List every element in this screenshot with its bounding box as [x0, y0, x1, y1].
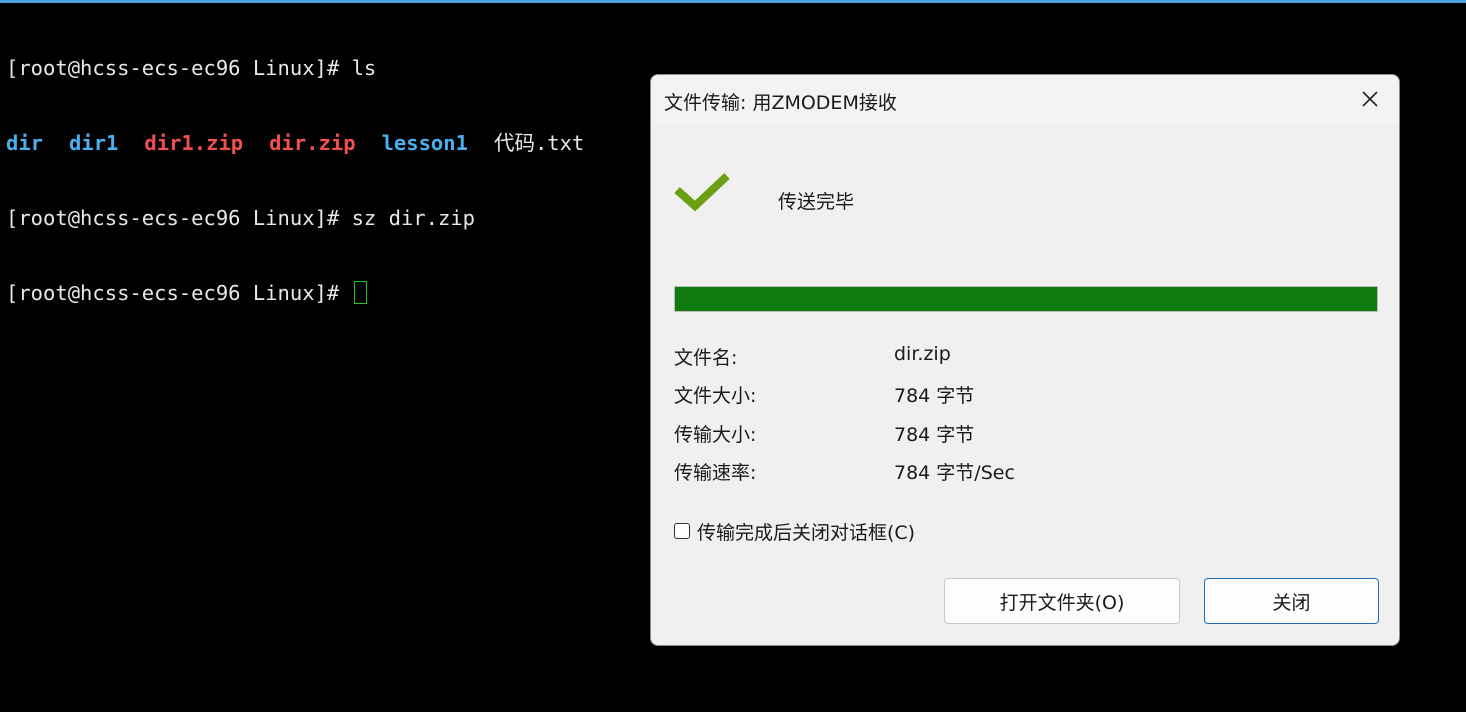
close-on-complete-option[interactable]: 传输完成后关闭对话框(C) [674, 519, 916, 544]
ls-entry-dir1: dir1 [69, 131, 119, 155]
ls-entry-dir1-zip: dir1.zip [144, 131, 244, 155]
zmodem-transfer-dialog: 文件传输: 用ZMODEM接收 传送完毕 文件名: dir.zip 文件大小: … [650, 74, 1400, 646]
shell-command: sz dir.zip [351, 206, 475, 230]
terminal-line: [root@hcss-ecs-ec96 Linux]# sz dir.zip [6, 206, 584, 231]
terminal-line: [root@hcss-ecs-ec96 Linux]# [6, 281, 584, 306]
ls-output-line: dir dir1 dir1.zip dir.zip lesson1 代码.txt [6, 131, 584, 156]
close-on-complete-label: 传输完成后关闭对话框(C) [697, 521, 916, 544]
transfer-size-label: 传输大小: [674, 424, 757, 446]
shell-prompt: [root@hcss-ecs-ec96 Linux]# [6, 206, 352, 230]
transfer-rate-value: 784 字节/Sec [894, 462, 1015, 484]
terminal-line: [root@hcss-ecs-ec96 Linux]# ls [6, 56, 584, 81]
ls-entry-dir: dir [6, 131, 44, 155]
close-on-complete-checkbox[interactable] [674, 523, 690, 539]
dialog-title: 文件传输: 用ZMODEM接收 [664, 92, 897, 114]
transfer-status: 传送完毕 [778, 191, 855, 213]
shell-prompt: [root@hcss-ecs-ec96 Linux]# [6, 56, 352, 80]
open-folder-button[interactable]: 打开文件夹(O) [944, 578, 1180, 624]
terminal-cursor [353, 281, 367, 304]
progress-fill [675, 287, 1377, 311]
transfer-size-value: 784 字节 [894, 424, 975, 446]
checkmark-icon [673, 172, 731, 218]
file-size-label: 文件大小: [674, 385, 757, 407]
file-name-label: 文件名: [674, 347, 738, 369]
shell-prompt: [root@hcss-ecs-ec96 Linux]# [6, 281, 352, 305]
ls-entry-code-txt: 代码.txt [493, 131, 585, 155]
ls-entry-lesson1: lesson1 [381, 131, 468, 155]
ls-entry-dir-zip: dir.zip [269, 131, 356, 155]
terminal-output[interactable]: [root@hcss-ecs-ec96 Linux]# ls dir dir1 di… [6, 6, 584, 331]
window-top-accent [0, 0, 1466, 3]
file-size-value: 784 字节 [894, 385, 975, 407]
close-icon[interactable] [1359, 88, 1381, 110]
file-name-value: dir.zip [894, 343, 951, 365]
shell-command: ls [351, 56, 377, 80]
dialog-titlebar[interactable]: 文件传输: 用ZMODEM接收 [651, 75, 1399, 125]
transfer-rate-label: 传输速率: [674, 462, 757, 484]
transfer-progress-bar [674, 286, 1378, 312]
close-button[interactable]: 关闭 [1204, 578, 1379, 624]
